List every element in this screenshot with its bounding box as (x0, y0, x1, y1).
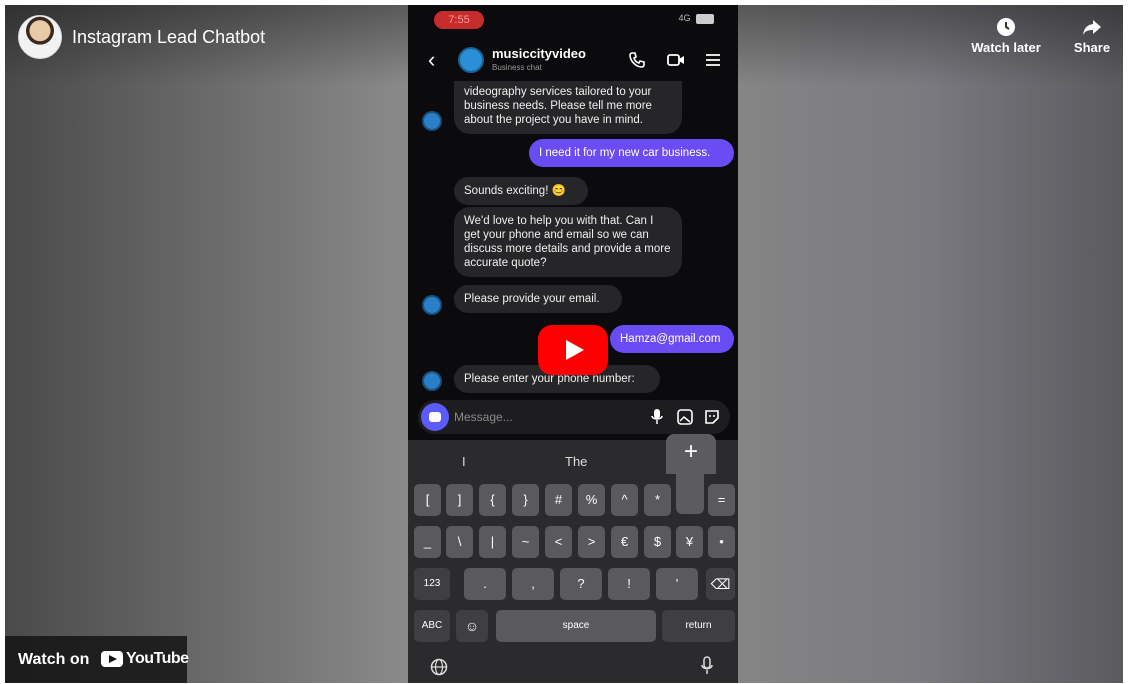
key[interactable]: % (578, 484, 605, 516)
key[interactable]: ^ (611, 484, 638, 516)
message-sent: I need it for my new car business. (529, 139, 734, 167)
key[interactable]: ! (608, 568, 650, 600)
signal-label: 4G (678, 13, 691, 23)
key[interactable]: ¥ (676, 526, 703, 558)
message-received: videography services tailored to your bu… (454, 81, 682, 134)
key[interactable]: ] (446, 484, 473, 516)
message-avatar (422, 111, 442, 131)
chat-avatar[interactable] (458, 47, 484, 73)
video-player[interactable]: Instagram Lead Chatbot Watch later Share… (5, 5, 1123, 683)
key[interactable]: = (708, 484, 735, 516)
key[interactable]: \ (446, 526, 473, 558)
video-title[interactable]: Instagram Lead Chatbot (72, 27, 265, 48)
key[interactable]: _ (414, 526, 441, 558)
key[interactable]: < (545, 526, 572, 558)
key[interactable]: € (611, 526, 638, 558)
share-arrow-icon (1083, 20, 1101, 35)
video-call-icon[interactable] (666, 51, 686, 69)
space-key[interactable]: space (496, 610, 656, 642)
share-button[interactable]: Share (1067, 17, 1117, 55)
play-button[interactable] (538, 325, 608, 375)
key[interactable]: [ (414, 484, 441, 516)
key[interactable]: . (464, 568, 506, 600)
key-popup-stem (676, 474, 704, 514)
message-composer (418, 400, 730, 434)
key[interactable]: , (512, 568, 554, 600)
key[interactable]: * (644, 484, 671, 516)
sticker-icon[interactable] (703, 408, 721, 426)
watch-later-label: Watch later (971, 40, 1041, 55)
share-label: Share (1073, 40, 1111, 55)
status-time: 7:55 (434, 11, 484, 29)
watch-on-youtube-button[interactable]: Watch on YouTube (5, 636, 189, 683)
keyboard-mic-icon[interactable] (700, 656, 714, 676)
status-bar: 7:55 4G (408, 5, 738, 35)
chat-subtitle: Business chat (492, 63, 542, 72)
on-screen-keyboard: I The + [ ] { } # % ^ * = _ \ | ~ < > € … (408, 434, 738, 683)
youtube-wordmark: YouTube (126, 650, 189, 667)
channel-avatar[interactable] (18, 15, 62, 59)
message-sent: Hamza@gmail.com (610, 325, 734, 353)
phone-call-icon[interactable] (628, 51, 646, 69)
key[interactable]: > (578, 526, 605, 558)
abc-key[interactable]: ABC (414, 610, 450, 642)
key[interactable]: $ (644, 526, 671, 558)
suggestion[interactable]: The (565, 454, 587, 469)
backspace-key[interactable]: ⌫ (706, 568, 735, 600)
key[interactable]: • (708, 526, 735, 558)
message-input[interactable] (454, 407, 634, 427)
message-received: We'd love to help you with that. Can I g… (454, 207, 682, 277)
key[interactable]: { (479, 484, 506, 516)
gallery-icon[interactable] (676, 408, 694, 426)
chat-header: ‹ musiccityvideo Business chat (408, 43, 738, 79)
message-avatar (422, 295, 442, 315)
youtube-logo-icon (101, 651, 123, 667)
back-chevron-icon[interactable]: ‹ (428, 49, 435, 71)
camera-icon[interactable] (421, 403, 449, 431)
return-key[interactable]: return (662, 610, 735, 642)
status-indicators: 4G (678, 13, 714, 24)
microphone-icon[interactable] (650, 408, 664, 426)
emoji-key[interactable]: ☺ (456, 610, 488, 642)
message-received: Sounds exciting! 😊 (454, 177, 588, 205)
chat-name[interactable]: musiccityvideo (492, 46, 586, 61)
watch-later-button[interactable]: Watch later (965, 17, 1047, 55)
suggestion[interactable]: I (462, 454, 466, 469)
key[interactable]: ? (560, 568, 602, 600)
key[interactable]: # (545, 484, 572, 516)
watch-on-label: Watch on (18, 651, 90, 668)
numbers-key[interactable]: 123 (414, 568, 450, 600)
battery-icon (696, 13, 714, 24)
key[interactable]: | (479, 526, 506, 558)
message-avatar (422, 371, 442, 391)
message-received: Please provide your email. (454, 285, 622, 313)
menu-icon[interactable] (704, 51, 722, 69)
key[interactable]: ~ (512, 526, 539, 558)
clock-icon (997, 18, 1015, 36)
key[interactable]: } (512, 484, 539, 516)
key-popup: + (666, 434, 716, 474)
key[interactable]: ' (656, 568, 698, 600)
globe-icon[interactable] (430, 658, 448, 676)
